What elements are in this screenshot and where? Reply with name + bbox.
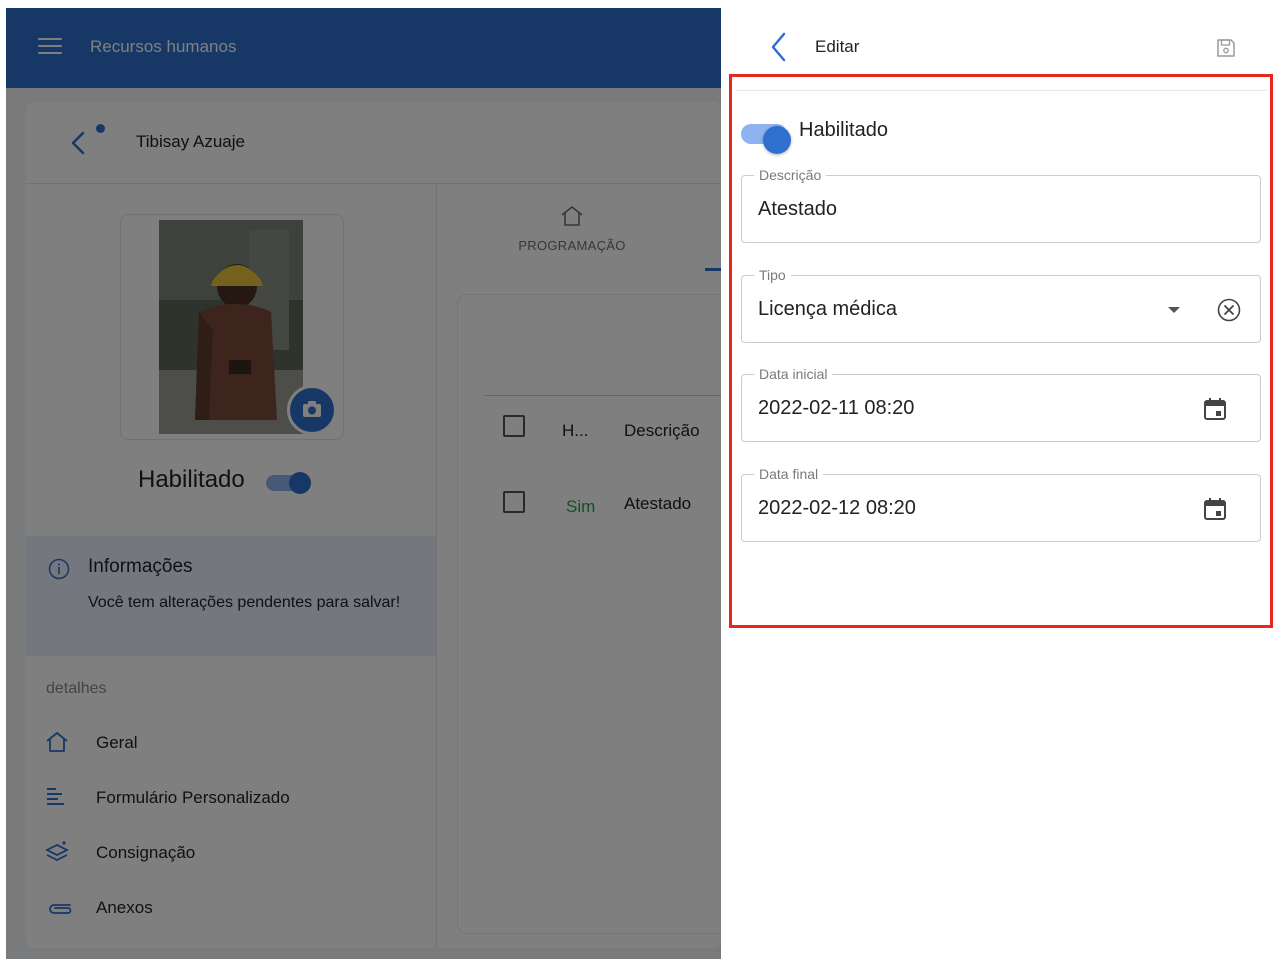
app-root: Recursos humanos Tibisay Azuaje bbox=[0, 0, 1275, 959]
edit-title: Editar bbox=[815, 37, 860, 56]
back-arrow-icon[interactable] bbox=[765, 30, 793, 64]
highlight-frame bbox=[729, 74, 1273, 628]
edit-panel: Editar Habilitado Descrição Atestado Tip… bbox=[721, 0, 1275, 959]
save-icon[interactable] bbox=[1215, 37, 1237, 59]
modal-backdrop[interactable] bbox=[6, 8, 721, 959]
background-app: Recursos humanos Tibisay Azuaje bbox=[6, 8, 721, 959]
